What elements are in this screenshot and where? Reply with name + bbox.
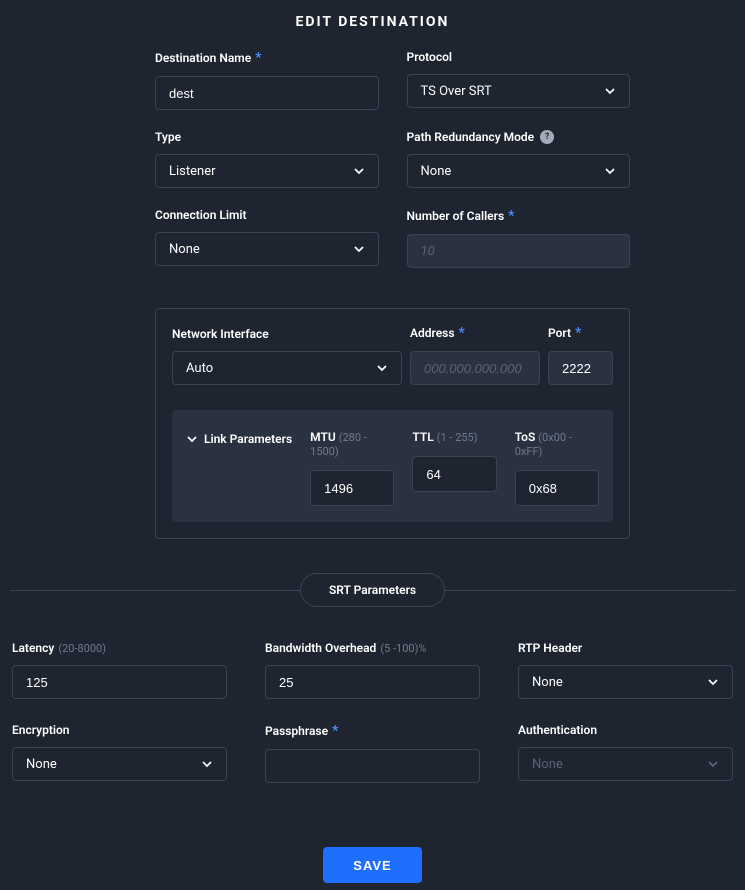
srt-divider: SRT Parameters [10,573,735,607]
placeholder-text: 10 [421,244,435,259]
chevron-down-icon [376,362,388,374]
label-protocol: Protocol [407,50,631,64]
label-bandwidth-overhead: Bandwidth Overhead (5 -100)% [265,641,480,655]
field-network-interface: Network Interface Auto [172,327,402,385]
mtu-input[interactable] [310,470,394,506]
type-select[interactable]: Listener [155,154,379,188]
label-rtp-header: RTP Header [518,641,733,655]
divider-line [445,590,735,591]
chevron-down-icon [186,433,198,445]
required-star-icon: * [508,208,514,224]
field-tos: ToS (0x00 - 0xFF) [515,430,599,506]
label-encryption: Encryption [12,723,227,737]
link-parameters-title: Link Parameters [204,432,292,446]
rtp-header-select[interactable]: None [518,665,733,699]
field-mtu: MTU (280 - 1500) [310,430,394,506]
field-ttl: TTL (1 - 255) [412,430,496,492]
label-connection-limit: Connection Limit [155,208,379,222]
label-number-of-callers: Number of Callers * [407,208,631,224]
required-star-icon: * [255,50,261,66]
save-area: SAVE [0,847,745,883]
field-bandwidth-overhead: Bandwidth Overhead (5 -100)% [265,641,480,699]
passphrase-input[interactable] [265,749,480,783]
field-latency: Latency (20-8000) [12,641,227,699]
number-of-callers-input: 10 [407,234,631,268]
label-passphrase: Passphrase * [265,723,480,739]
chevron-down-icon [707,758,719,770]
srt-parameters-title: SRT Parameters [300,573,445,607]
tos-input[interactable] [515,470,599,506]
field-protocol: Protocol TS Over SRT [407,50,631,110]
field-passphrase: Passphrase * [265,723,480,783]
network-interface-select[interactable]: Auto [172,351,402,385]
chevron-down-icon [201,758,213,770]
latency-input[interactable] [12,665,227,699]
field-number-of-callers: Number of Callers * 10 [407,208,631,268]
destination-name-input[interactable] [155,76,379,110]
authentication-select: None [518,747,733,781]
field-encryption: Encryption None [12,723,227,783]
field-type: Type Listener [155,130,379,188]
label-address: Address * [410,325,540,341]
label-type: Type [155,130,379,144]
label-destination-name: Destination Name * [155,50,379,66]
chevron-down-icon [353,243,365,255]
encryption-select[interactable]: None [12,747,227,781]
divider-line [10,590,300,591]
protocol-select[interactable]: TS Over SRT [407,74,631,108]
field-connection-limit: Connection Limit None [155,208,379,268]
required-star-icon: * [459,325,465,341]
label-mtu: MTU (280 - 1500) [310,430,394,458]
connection-limit-select[interactable]: None [155,232,379,266]
chevron-down-icon [604,165,616,177]
label-path-redundancy: Path Redundancy Mode ? [407,130,631,144]
chevron-down-icon [353,165,365,177]
field-authentication: Authentication None [518,723,733,783]
address-input[interactable] [410,351,540,385]
ttl-input[interactable] [412,456,496,492]
label-network-interface: Network Interface [172,327,402,341]
save-button[interactable]: SAVE [323,847,421,883]
port-input[interactable] [548,351,613,385]
path-redundancy-select[interactable]: None [407,154,631,188]
field-rtp-header: RTP Header None [518,641,733,699]
field-destination-name: Destination Name * [155,50,379,110]
label-port: Port * [548,325,613,341]
label-tos: ToS (0x00 - 0xFF) [515,430,599,458]
page-title: EDIT DESTINATION [0,0,745,40]
label-authentication: Authentication [518,723,733,737]
field-address: Address * [410,325,540,385]
network-panel: Network Interface Auto Address * Port * [155,308,630,539]
chevron-down-icon [604,85,616,97]
label-latency: Latency (20-8000) [12,641,227,655]
required-star-icon: * [575,325,581,341]
link-parameters-panel: Link Parameters MTU (280 - 1500) TTL (1 … [172,410,613,522]
help-icon[interactable]: ? [540,130,554,144]
chevron-down-icon [707,676,719,688]
link-parameters-toggle[interactable]: Link Parameters [186,430,292,446]
label-ttl: TTL (1 - 255) [412,430,496,444]
required-star-icon: * [332,723,338,739]
bandwidth-input[interactable] [265,665,480,699]
form-grid: Destination Name * Protocol TS Over SRT … [0,40,745,268]
srt-section: SRT Parameters Latency (20-8000) Bandwid… [10,573,735,783]
field-path-redundancy: Path Redundancy Mode ? None [407,130,631,188]
field-port: Port * [548,325,613,385]
